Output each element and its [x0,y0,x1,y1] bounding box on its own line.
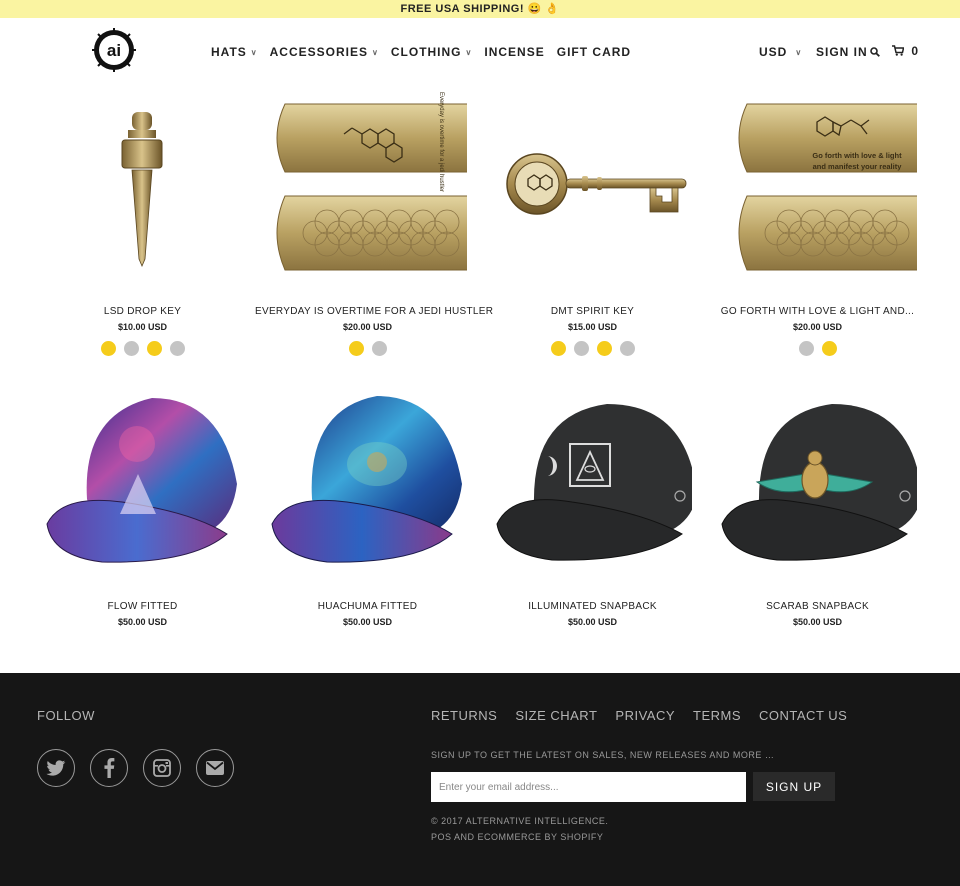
product-name[interactable]: GO FORTH WITH LOVE & LIGHT AND... [705,306,930,317]
announcement-text: FREE USA SHIPPING! 😀 👌 [400,3,560,15]
product-price: $50.00 USD [567,617,618,627]
product-price: $20.00 USD [342,322,393,332]
product-image-drop-key[interactable] [42,84,242,284]
swatch[interactable] [821,341,837,356]
product-image-money-clip-love[interactable]: Go forth with love & light and manifest … [717,84,921,284]
site-header: ai HATS ∨ ACCESSORIES ∨ CLOTHING ∨ INCENSE … [0,18,960,84]
copyright-text: © 2017 ALTERNATIVE INTELLIGENCE. [431,816,609,826]
nav-item-clothing[interactable]: CLOTHING ∨ [391,45,473,59]
nav-item-hats[interactable]: HATS ∨ [211,45,258,59]
swatch-list [480,341,705,356]
product-name[interactable]: LSD DROP KEY [30,306,255,317]
nav-label: ACCESSORIES [269,45,368,59]
twitter-icon[interactable] [37,749,75,787]
product-name[interactable]: ILLUMINATED SNAPBACK [480,601,705,612]
product-name[interactable]: FLOW FITTED [30,601,255,612]
product-price: $50.00 USD [792,617,843,627]
footer-link-contact-us[interactable]: CONTACT US [759,708,847,723]
swatch[interactable] [371,341,387,356]
product-image-money-clip-jedi[interactable]: Everyday is overtime for a jedi hustler [267,84,471,284]
instagram-icon[interactable] [143,749,181,787]
clip-engraving: Everyday is overtime for a jedi hustler [438,92,444,192]
chevron-down-icon: ∨ [372,48,379,57]
product-price: $10.00 USD [117,322,168,332]
chevron-down-icon: ∨ [795,48,803,57]
product-price: $50.00 USD [117,617,168,627]
cart-count: 0 [911,44,920,58]
swatch[interactable] [596,341,612,356]
swatch[interactable] [169,341,185,356]
product-name[interactable]: EVERYDAY IS OVERTIME FOR A JEDI HUSTLER [255,306,493,317]
product-image-spirit-key[interactable] [492,84,692,284]
nav-item-accessories[interactable]: ACCESSORIES ∨ [270,45,379,59]
main-nav: HATS ∨ ACCESSORIES ∨ CLOTHING ∨ INCENSE GIF… [211,45,631,59]
nav-label: INCENSE [484,45,545,59]
product-name[interactable]: SCARAB SNAPBACK [705,601,930,612]
product-name[interactable]: DMT SPIRIT KEY [480,306,705,317]
currency-selector[interactable]: USD ∨ [759,45,802,59]
powered-by-link[interactable]: POS AND ECOMMERCE BY SHOPIFY [431,832,603,842]
product-name[interactable]: HUACHUMA FITTED [255,601,480,612]
swatch[interactable] [100,341,116,356]
product-image-hat-scarab[interactable] [717,384,922,584]
social-links [37,749,234,787]
footer-links: RETURNS SIZE CHART PRIVACY TERMS CONTACT… [431,708,847,723]
logo-icon: ai [92,28,136,72]
swatch[interactable] [123,341,139,356]
email-icon[interactable] [196,749,234,787]
nav-item-gift-card[interactable]: GIFT CARD [557,45,631,59]
swatch[interactable] [619,341,635,356]
cart-button[interactable]: 0 [892,44,919,58]
nav-label: GIFT CARD [556,45,632,59]
product-image-hat-flow[interactable] [42,384,242,584]
chevron-down-icon: ∨ [465,48,473,57]
follow-title: FOLLOW [37,708,95,723]
search-button[interactable] [870,46,880,60]
search-icon [870,47,880,57]
swatch[interactable] [550,341,566,356]
email-field[interactable] [431,772,746,802]
product-image-hat-illuminated[interactable] [492,384,697,584]
sign-in-link[interactable]: SIGN IN [816,45,868,59]
site-footer: FOLLOW RETURNS SIZE CHART PRIVACY TERMS … [0,673,960,886]
chevron-down-icon: ∨ [250,48,258,57]
nav-item-incense[interactable]: INCENSE [484,45,544,59]
clip-engraving-line-1: Go forth with love & light [812,151,902,160]
product-price: $20.00 USD [792,322,843,332]
swatch[interactable] [146,341,162,356]
footer-link-size-chart[interactable]: SIZE CHART [515,708,597,723]
sign-up-button[interactable]: SIGN UP [753,772,835,801]
currency-label: USD [759,45,788,59]
cart-icon [892,45,905,56]
nav-label: CLOTHING [390,45,462,59]
swatch[interactable] [348,341,364,356]
logo-text: ai [107,41,121,60]
announcement-bar: FREE USA SHIPPING! 😀 👌 [0,0,960,18]
newsletter-text: SIGN UP TO GET THE LATEST ON SALES, NEW … [431,750,775,760]
product-image-hat-huachuma[interactable] [267,384,467,584]
swatch[interactable] [573,341,589,356]
clip-engraving-line-2: and manifest your reality [813,162,903,171]
sign-in-label: SIGN IN [816,45,868,59]
product-price: $50.00 USD [342,617,393,627]
footer-link-returns[interactable]: RETURNS [431,708,497,723]
footer-link-privacy[interactable]: PRIVACY [615,708,675,723]
product-price: $15.00 USD [567,322,618,332]
logo[interactable]: ai [92,28,136,72]
nav-label: HATS [211,45,247,59]
footer-link-terms[interactable]: TERMS [693,708,741,723]
swatch-list [30,341,255,356]
swatch[interactable] [798,341,814,356]
swatch-list [705,341,930,356]
swatch-list [255,341,480,356]
facebook-icon[interactable] [90,749,128,787]
